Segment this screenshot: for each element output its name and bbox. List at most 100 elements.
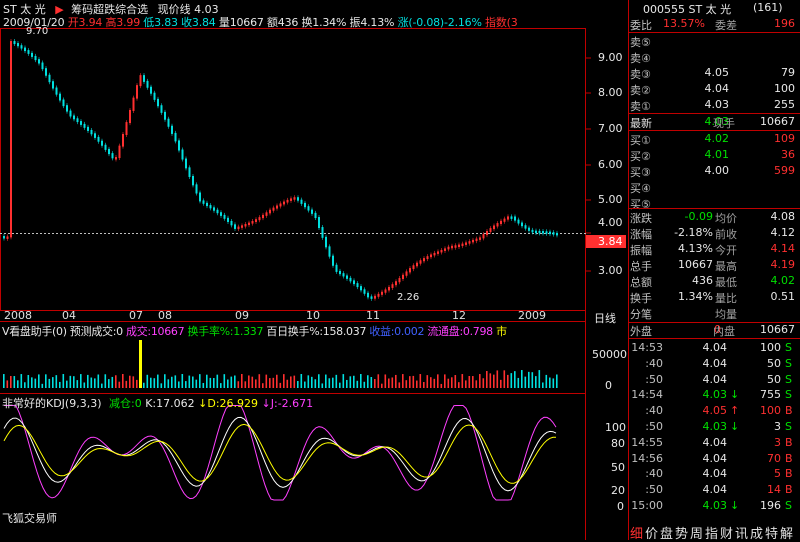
- kdj-j-line: [4, 405, 557, 501]
- ask-row[interactable]: 卖① 4.03 255: [629, 98, 799, 113]
- volume-bar: [13, 376, 16, 388]
- chart-area[interactable]: ST 太 光 ▶ 筹码超跌综合选 现价线 4.03 2009/01/20 开3.…: [0, 0, 628, 540]
- ask-row[interactable]: 卖④: [629, 50, 799, 65]
- panel-tab[interactable]: 成: [750, 523, 763, 542]
- volume-bar: [356, 380, 359, 388]
- volume-bar: [223, 374, 226, 388]
- tick-side: S: [785, 420, 792, 433]
- panel-tab[interactable]: 周: [690, 523, 703, 542]
- volume-bar: [552, 378, 555, 388]
- kdj-title[interactable]: 非常好的KDJ(9,3,3): [2, 397, 102, 410]
- volume-bar: [517, 377, 520, 388]
- volume-bar: [405, 380, 408, 388]
- stat-row: 换手 1.34% 量比 0.51: [629, 290, 799, 305]
- tick-volume: 5: [774, 467, 781, 481]
- tick-side: B: [785, 435, 793, 449]
- tick-volume: 3: [774, 435, 781, 449]
- time-label-10: 10: [306, 309, 320, 322]
- bid-row[interactable]: 买④: [629, 180, 799, 195]
- ask-label: 卖①: [630, 100, 651, 113]
- kdj-d-arrow: ↓: [198, 397, 208, 410]
- volume-bar: [129, 375, 131, 388]
- volume-bar: [377, 374, 380, 388]
- panel-page: (161): [753, 1, 783, 14]
- bid-row[interactable]: 买③ 4.00 599: [629, 164, 799, 179]
- tick-side: S: [785, 499, 792, 512]
- tick-volume: 50: [767, 372, 781, 386]
- volume-bar: [178, 381, 180, 388]
- tick-arrow-icon: ↑: [730, 404, 740, 418]
- panel-tab[interactable]: 细: [630, 523, 643, 542]
- tick-time: :40: [645, 467, 663, 481]
- tick-volume: 100: [760, 404, 781, 418]
- volume-bar: [269, 378, 271, 388]
- ask-row[interactable]: 卖③ 4.05 79: [629, 66, 799, 81]
- volume-bar: [300, 374, 303, 388]
- volume-bar: [6, 380, 9, 388]
- panel-tab[interactable]: 财: [720, 523, 733, 542]
- panel-tab[interactable]: 讯: [735, 523, 748, 542]
- ask-row[interactable]: 卖⑤: [629, 34, 799, 49]
- weibi-value: 13.57%: [663, 17, 705, 30]
- volume-bar: [353, 375, 355, 388]
- volume-bar: [45, 374, 47, 388]
- stat-row: 涨跌 -0.09 均价 4.08: [629, 210, 799, 225]
- volume-bar: [27, 374, 30, 388]
- kdj-j-arrow: ↓: [261, 397, 271, 410]
- tick-volume: 14: [767, 483, 781, 497]
- volume-bar: [524, 376, 527, 388]
- kline-chart[interactable]: [0, 0, 628, 540]
- stat-label-2: 均价: [715, 212, 737, 225]
- volume-bar: [160, 383, 163, 388]
- kdj-d: D:26.929: [207, 397, 259, 410]
- volume-bar: [332, 377, 334, 388]
- volume-bar: [349, 376, 352, 388]
- panel-tab[interactable]: 特: [765, 523, 778, 542]
- volume-bar: [328, 378, 331, 388]
- bid-row[interactable]: 买② 4.01 36: [629, 148, 799, 163]
- panel-tab[interactable]: 价: [645, 523, 658, 542]
- inner-label: 内盘: [713, 325, 735, 338]
- quote-panel: 000555 ST 太 光 (161) 委比 13.57% 委差 196 卖⑤ 卖…: [628, 0, 800, 540]
- tick-price: 4.04: [702, 467, 728, 481]
- period-label[interactable]: 日线: [594, 310, 616, 326]
- time-label-04: 04: [62, 309, 76, 322]
- bid-volume: 36: [781, 148, 795, 161]
- volume-bar: [10, 375, 12, 388]
- volume-bar: [451, 377, 453, 388]
- bid-label: 买④: [630, 182, 651, 195]
- ask-row[interactable]: 卖② 4.04 100: [629, 82, 799, 97]
- volume-bar: [80, 374, 82, 388]
- tick-row: 14:56 4.04 70 B: [629, 452, 799, 466]
- panel-tab[interactable]: 盘: [660, 523, 673, 542]
- volume-bar: [230, 376, 233, 388]
- volume-bar: [111, 376, 114, 388]
- volume-bar: [391, 377, 394, 388]
- volume-bar: [465, 380, 467, 388]
- volume-bar: [276, 374, 278, 388]
- vol-title[interactable]: V看盘助手(0): [2, 325, 67, 338]
- tick-side: B: [785, 483, 793, 497]
- volume-bar: [444, 374, 446, 388]
- bid-price: 4.00: [704, 164, 730, 177]
- bid-row[interactable]: 买① 4.02 109: [629, 132, 799, 147]
- vol-gain: 收益:0.002: [369, 325, 425, 338]
- panel-tab[interactable]: 解: [780, 523, 793, 542]
- tick-price: 4.03: [702, 420, 728, 433]
- volume-bar: [125, 380, 128, 388]
- panel-tab[interactable]: 指: [705, 523, 718, 542]
- time-axis: 2008 04 07 08 09 10 11 12 2009: [0, 309, 586, 322]
- volume-bar: [209, 377, 212, 388]
- tick-row: 14:53 4.04 100 S: [629, 341, 799, 355]
- time-label-2008: 2008: [4, 309, 32, 322]
- bid-price: 4.01: [704, 148, 730, 161]
- panel-tab[interactable]: 势: [675, 523, 688, 542]
- volume-bar: [146, 374, 149, 388]
- volume-bar: [157, 374, 159, 388]
- panel-sep: [629, 208, 800, 209]
- stat-value: 10667: [678, 258, 713, 271]
- volume-bar: [549, 377, 551, 388]
- volume-bar: [503, 370, 506, 388]
- stat-value: 4.13%: [678, 242, 713, 255]
- stat-row: 总手 10667 最高 4.19: [629, 258, 799, 273]
